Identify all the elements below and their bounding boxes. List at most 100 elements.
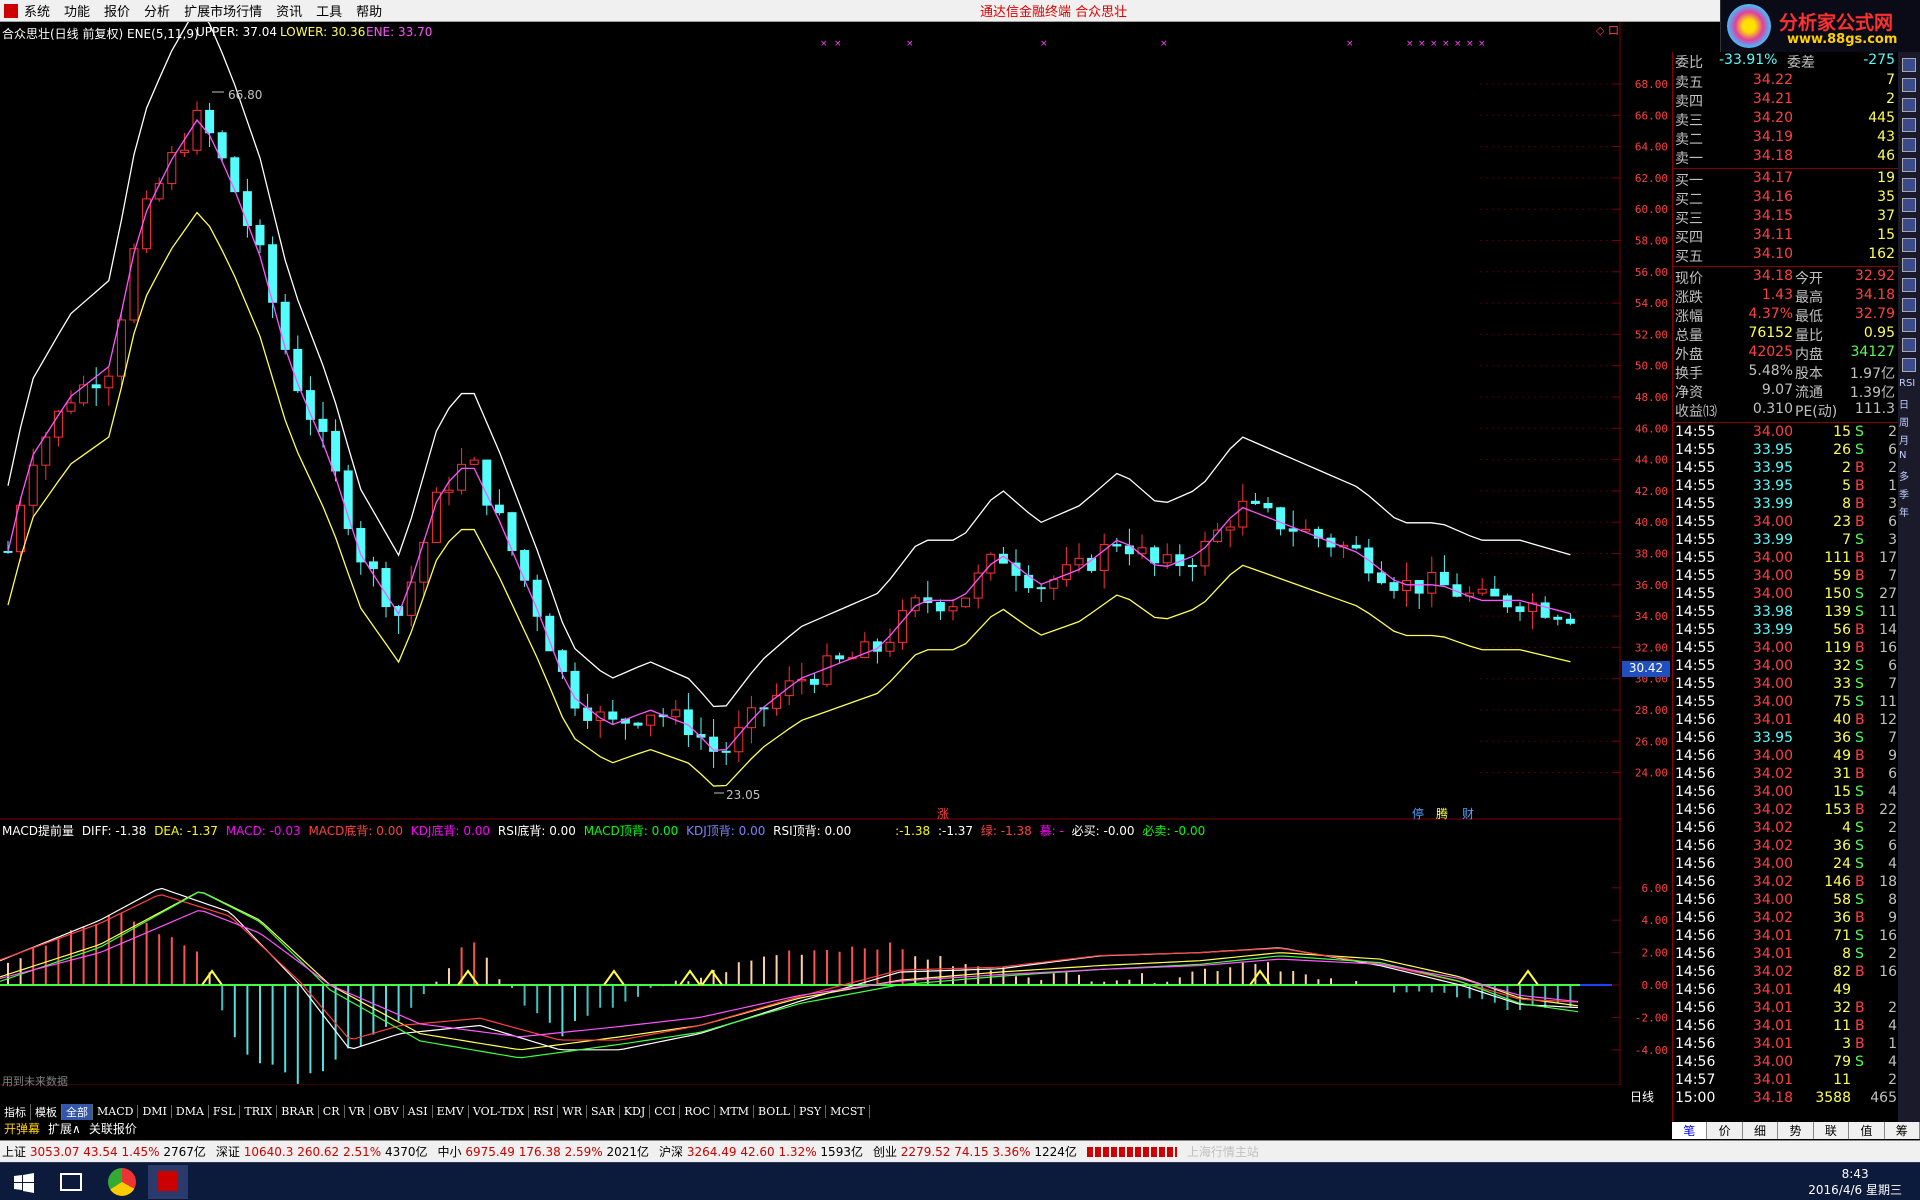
trade-tick-row: 14:55 34.00 59 B 7 (1673, 568, 1899, 586)
indicator-tab-mcst[interactable]: MCST (826, 1105, 870, 1118)
trade-tick-row-cell: 34.02 (1752, 838, 1793, 854)
menu-item-news[interactable]: 资讯 (276, 1, 302, 20)
indicator-tab-psy[interactable]: PSY (795, 1105, 827, 1118)
server-name[interactable]: 上海行情主站 (1187, 1143, 1259, 1160)
toolbar-label-6[interactable]: 季 (1899, 486, 1919, 501)
related-quote-button[interactable]: 关联报价 (85, 1120, 141, 1137)
toolbar-tool-icon[interactable] (1902, 118, 1916, 132)
indicator-tab-指标[interactable]: 指标 (0, 1103, 31, 1120)
toolbar-label-4[interactable]: N (1899, 450, 1919, 464)
toolbar-tool-icon[interactable] (1902, 178, 1916, 192)
toolbar-tool-icon[interactable] (1902, 298, 1916, 312)
toolbar-tool-icon[interactable] (1902, 158, 1916, 172)
trade-tick-row-cell: 17 (1879, 550, 1897, 566)
kline-chart-svg[interactable]: 68.00 66.00 64.00 62.00 60.00 58.00 56.00 54.00… (0, 22, 1672, 1085)
trade-tick-row-cell: 33.99 (1752, 496, 1793, 512)
toolbar-label-5[interactable]: 多 (1899, 468, 1919, 483)
indicator-tab-kdj[interactable]: KDJ (620, 1105, 651, 1118)
indicator-tab-vol-tdx[interactable]: VOL-TDX (469, 1105, 530, 1118)
stat-row: 总量 76152 量比 0.95 (1673, 325, 1899, 344)
toolbar-label-0[interactable]: RSI (1899, 378, 1919, 392)
trade-tick-row-cell: 14:56 (1675, 838, 1716, 854)
index-2[interactable]: 中小 6975.49 176.38 2.59% 2021亿 (437, 1143, 649, 1160)
trade-tick-row-cell: 4 (1888, 856, 1897, 872)
indicator-tab-vr[interactable]: VR (345, 1105, 370, 1118)
indicator-tab-brar[interactable]: BRAR (277, 1105, 319, 1118)
index-3[interactable]: 沪深 3264.49 42.60 1.32% 1593亿 (659, 1143, 863, 1160)
index-0[interactable]: 上证 3053.07 43.54 1.45% 2767亿 (2, 1143, 206, 1160)
signal-triangle-icon (701, 969, 723, 986)
indicator-tab-boll[interactable]: BOLL (754, 1105, 795, 1118)
signal-triangle-icon (603, 969, 625, 986)
trade-tick-row-cell: 14:56 (1675, 856, 1716, 872)
event-mark-teng: 腾 (1436, 807, 1449, 821)
price-tick-label: 28.00 (1635, 704, 1668, 717)
indicator-tab-mtm[interactable]: MTM (715, 1105, 755, 1118)
candle-body (482, 459, 492, 506)
toolbar-tool-icon[interactable] (1902, 358, 1916, 372)
chrome-icon[interactable] (108, 1168, 136, 1196)
toolbar-tool-icon[interactable] (1902, 78, 1916, 92)
indicator-tab-obv[interactable]: OBV (370, 1105, 404, 1118)
ticks-divider (1673, 422, 1899, 423)
indicator-tab-cr[interactable]: CR (319, 1105, 345, 1118)
index-4[interactable]: 创业 2279.52 74.15 3.36% 1224亿 (873, 1143, 1077, 1160)
kline-chart-area[interactable]: 68.00 66.00 64.00 62.00 60.00 58.00 56.00 54.00… (0, 22, 1670, 1104)
indicator-tab-asi[interactable]: ASI (404, 1105, 433, 1118)
indicator-tab-macd[interactable]: MACD (93, 1105, 139, 1118)
quote-tab-1[interactable]: 价 (1707, 1122, 1743, 1139)
toolbar-tool-icon[interactable] (1902, 98, 1916, 112)
index-1[interactable]: 深证 10640.3 260.62 2.51% 4370亿 (216, 1143, 428, 1160)
trade-tick-row-cell: 34.02 (1752, 766, 1793, 782)
indicator-tab-模板[interactable]: 模板 (31, 1103, 62, 1120)
indicator-tab-fsl[interactable]: FSL (209, 1105, 241, 1118)
lower-value: LOWER: 30.36 (280, 25, 366, 39)
menu-item-system[interactable]: 系统 (24, 1, 50, 20)
toolbar-tool-icon[interactable] (1902, 138, 1916, 152)
indicator-tab-全部[interactable]: 全部 (62, 1103, 93, 1120)
period-label[interactable]: 日线 (1630, 1088, 1654, 1105)
indicator-tab-wr[interactable]: WR (558, 1105, 588, 1118)
menu-item-tools[interactable]: 工具 (316, 1, 342, 20)
windows-start-icon[interactable] (14, 1173, 34, 1193)
expand-button[interactable]: 扩展∧ (44, 1120, 85, 1137)
menu-item-extended-market[interactable]: 扩展市场行情 (184, 1, 262, 20)
price-tick-label: 26.00 (1635, 735, 1668, 748)
quote-tab-2[interactable]: 细 (1743, 1122, 1779, 1139)
toolbar-tool-icon[interactable] (1902, 218, 1916, 232)
indicator-tab-emv[interactable]: EMV (433, 1105, 469, 1118)
indicator-tab-trix[interactable]: TRIX (240, 1105, 278, 1118)
toolbar-label-1[interactable]: 日 (1899, 396, 1919, 411)
toolbar-label-7[interactable]: 年 (1899, 504, 1919, 519)
indicator-tab-dmi[interactable]: DMI (138, 1105, 172, 1118)
menu-item-function[interactable]: 功能 (64, 1, 90, 20)
toolbar-label-3[interactable]: 月 (1899, 432, 1919, 447)
indicator-tab-dma[interactable]: DMA (172, 1105, 209, 1118)
toolbar-label-2[interactable]: 周 (1899, 414, 1919, 429)
bid-row-cell: 34.15 (1752, 208, 1793, 224)
quote-tab-5[interactable]: 值 (1849, 1122, 1885, 1139)
toolbar-tool-icon[interactable] (1902, 58, 1916, 72)
toolbar-tool-icon[interactable] (1902, 238, 1916, 252)
toolbar-tool-icon[interactable] (1902, 318, 1916, 332)
toolbar-tool-icon[interactable] (1902, 198, 1916, 212)
toolbar-tool-icon[interactable] (1902, 278, 1916, 292)
indicator-tab-rsi[interactable]: RSI (529, 1105, 559, 1118)
toolbar-tool-icon[interactable] (1902, 258, 1916, 272)
danmu-toggle[interactable]: 开弹幕 (0, 1120, 44, 1137)
tdx-app-taskbar-button[interactable] (148, 1165, 188, 1199)
quote-tab-3[interactable]: 势 (1778, 1122, 1814, 1139)
menu-item-quote[interactable]: 报价 (104, 1, 130, 20)
indicator-tab-roc[interactable]: ROC (680, 1105, 716, 1118)
indicator-tab-sar[interactable]: SAR (587, 1105, 620, 1118)
quote-tab-4[interactable]: 联 (1814, 1122, 1850, 1139)
task-view-icon[interactable] (60, 1173, 82, 1191)
system-clock[interactable]: 8:43 2016/4/6 星期三 (1808, 1166, 1902, 1198)
indicator-tab-cci[interactable]: CCI (650, 1105, 681, 1118)
toolbar-tool-icon[interactable] (1902, 338, 1916, 352)
quote-tab-6[interactable]: 筹 (1885, 1122, 1920, 1139)
quote-tab-0[interactable]: 笔 (1672, 1122, 1708, 1139)
menu-item-help[interactable]: 帮助 (356, 1, 382, 20)
candle-body (104, 375, 114, 389)
menu-item-analysis[interactable]: 分析 (144, 1, 170, 20)
